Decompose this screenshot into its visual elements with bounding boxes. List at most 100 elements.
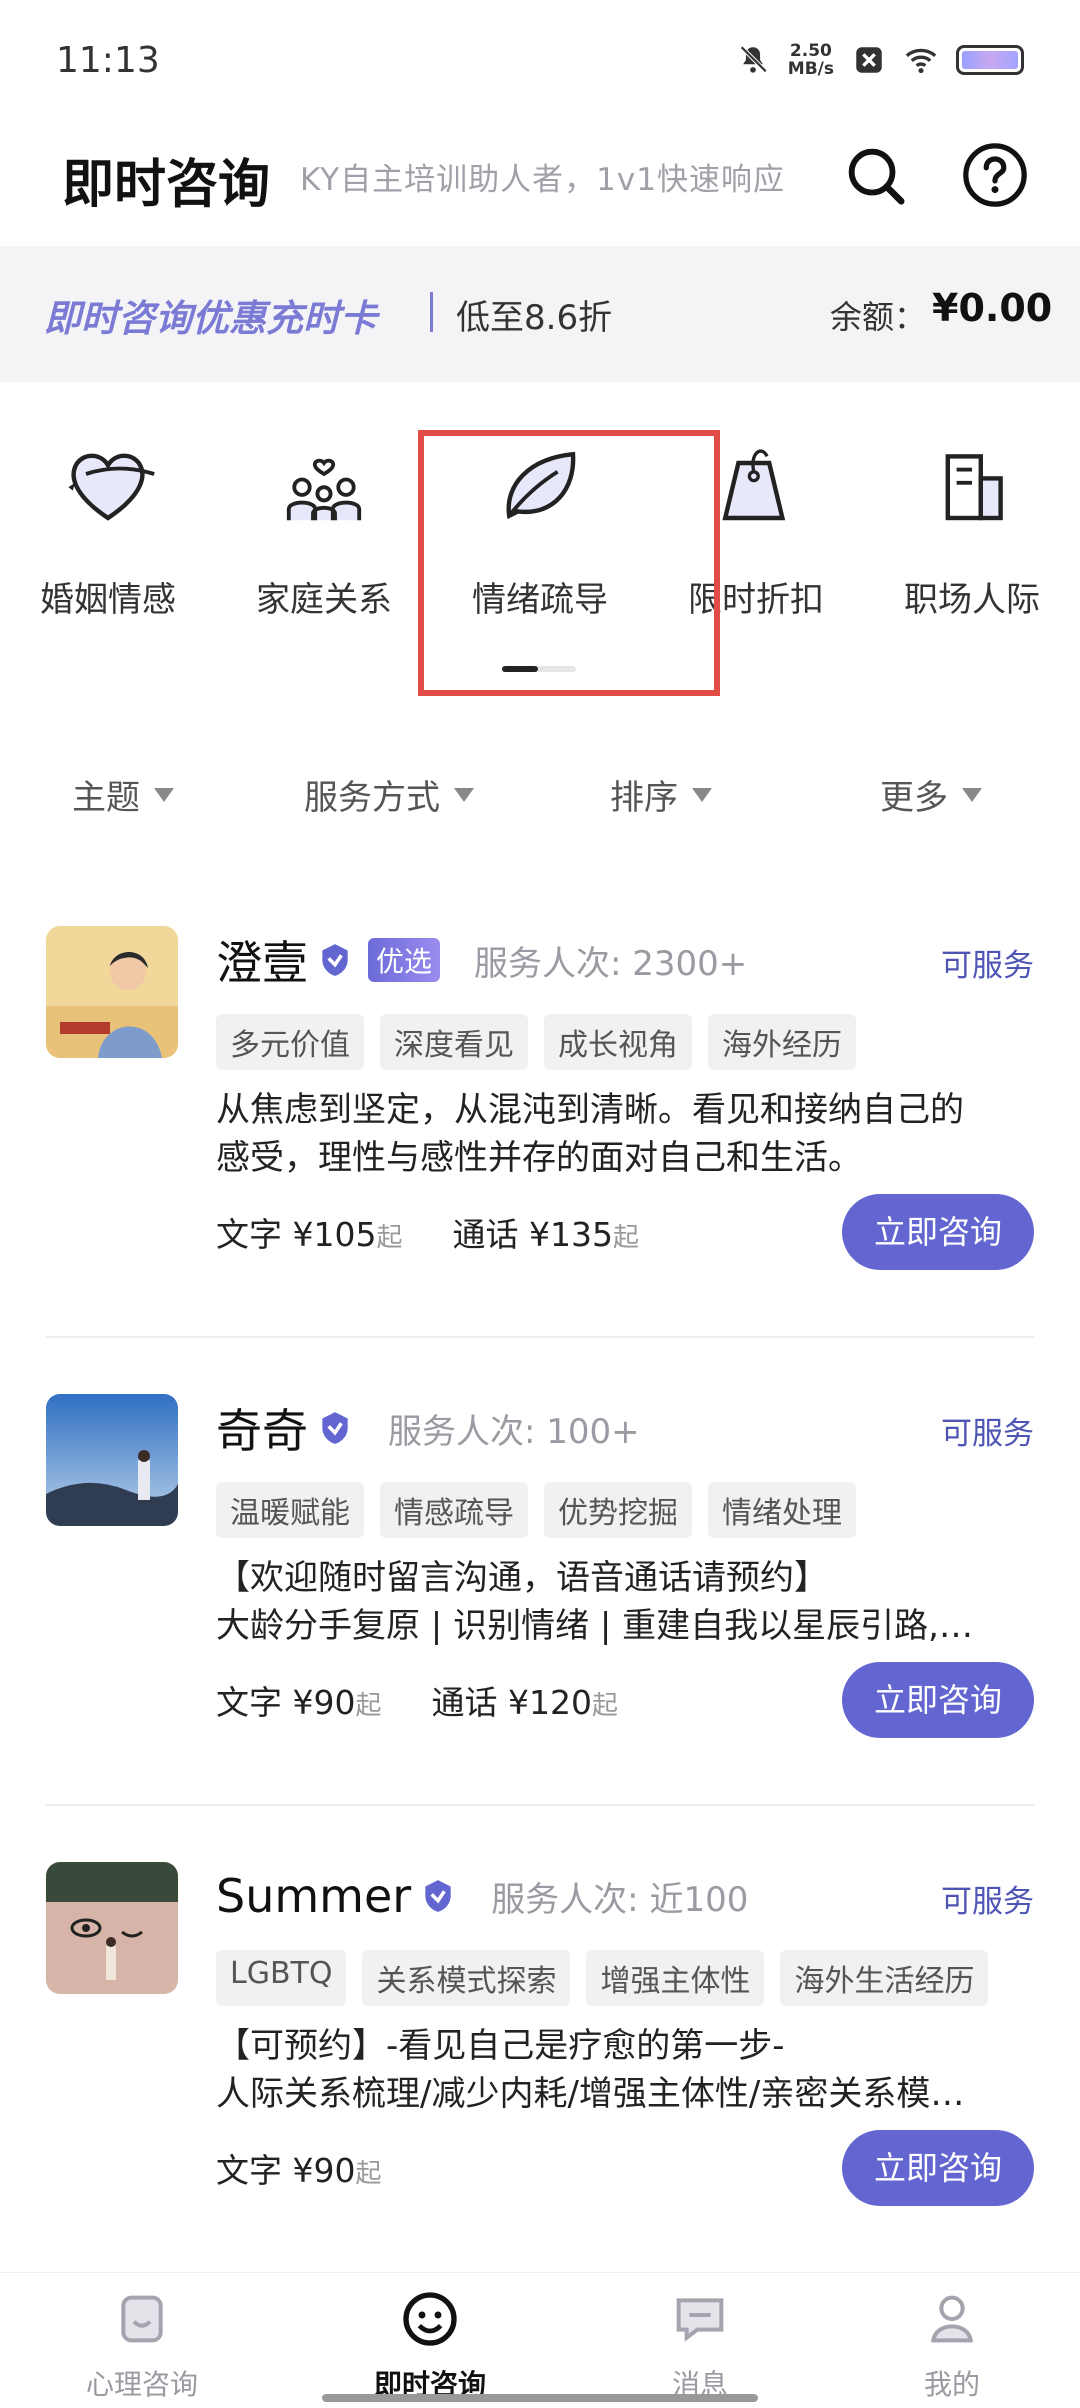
- promo-banner[interactable]: 即时咨询优惠充时卡 低至8.6折 余额： ¥0.00: [0, 246, 1080, 382]
- tag-list: 多元价值 深度看见 成长视角 海外经历: [216, 1014, 856, 1070]
- category-label: 职场人际: [904, 580, 1040, 620]
- tag: 温暖赋能: [216, 1482, 364, 1538]
- description-line: 感受，理性与感性并存的面对自己和生活。: [216, 1138, 862, 1178]
- call-price: 通话 ¥120起: [432, 1676, 619, 1724]
- category-pager: [502, 666, 576, 672]
- price-suffix: 起: [591, 1691, 618, 1721]
- category-family[interactable]: 家庭关系: [216, 420, 432, 660]
- help-icon[interactable]: [960, 140, 1030, 210]
- consult-now-button[interactable]: 立即咨询: [842, 1194, 1034, 1270]
- description-line: 【欢迎随时留言沟通，语音通话请预约】: [216, 1558, 828, 1598]
- dropdown-arrow-icon: [454, 787, 474, 802]
- avatar[interactable]: [46, 1862, 178, 1994]
- tag: 海外生活经历: [780, 1950, 989, 2006]
- served-count: 服务人次: 近100: [491, 1879, 749, 1920]
- tag: 多元价值: [216, 1014, 364, 1070]
- nav-item-me[interactable]: 我的: [862, 2287, 1042, 2403]
- filter-service-mode[interactable]: 服务方式: [304, 770, 474, 819]
- call-price: 通话 ¥135起: [453, 1208, 640, 1256]
- nav-label: 心理咨询: [85, 2368, 198, 2401]
- balance-label: 余额：: [830, 298, 927, 336]
- battery-icon: [956, 45, 1024, 75]
- home-indicator[interactable]: [322, 2394, 758, 2402]
- nav-label: 我的: [923, 2368, 980, 2401]
- search-icon[interactable]: [840, 140, 910, 210]
- category-marriage[interactable]: 婚姻情感: [0, 420, 216, 660]
- filter-sort[interactable]: 排序: [610, 770, 712, 819]
- counselor-card[interactable]: Summer 服务人次: 近100 可服务 LGBTQ 关系模式探索 增强主体性…: [46, 1862, 1034, 2312]
- dropdown-arrow-icon: [962, 787, 982, 802]
- avatar[interactable]: [46, 1394, 178, 1526]
- tag: 深度看见: [380, 1014, 528, 1070]
- status-time: 11:13: [56, 40, 160, 81]
- counselor-name: Summer: [216, 1869, 412, 1923]
- building-icon: [945, 454, 1003, 521]
- nav-item-messages[interactable]: 消息: [610, 2287, 790, 2403]
- text-price-value: 文字 ¥90: [216, 2151, 356, 2190]
- filter-bar: 主题 服务方式 排序 更多: [0, 760, 1080, 830]
- counselor-card[interactable]: 奇奇 服务人次: 100+ 可服务 温暖赋能 情感疏导 优势挖掘 情绪处理 【欢…: [46, 1394, 1034, 1844]
- price-row: 文字 ¥105起 通话 ¥135起: [216, 1208, 639, 1256]
- counselor-description: 从焦虑到坚定，从混沌到清晰。看见和接纳自己的 感受，理性与感性并存的面对自己和生…: [216, 1086, 1034, 1182]
- heart-icon: [68, 453, 155, 521]
- divider: [46, 1804, 1034, 1806]
- consult-now-button[interactable]: 立即咨询: [842, 1662, 1034, 1738]
- verified-icon: [425, 1880, 451, 1912]
- availability-status: 可服务: [941, 948, 1034, 984]
- status-icons: 2.50 MB/s: [736, 42, 1024, 78]
- promo-title: 即时咨询优惠充时卡: [44, 297, 377, 340]
- chat-icon: [676, 2298, 724, 2342]
- tag: 海外经历: [708, 1014, 856, 1070]
- dropdown-arrow-icon: [154, 787, 174, 802]
- filter-label: 主题: [72, 778, 140, 818]
- page-subtitle: KY自主培训助人者，1v1快速响应: [300, 162, 785, 198]
- name-row: 澄壹 优选 服务人次: 2300+: [216, 930, 747, 990]
- price-suffix: 起: [355, 2159, 382, 2189]
- wifi-icon: [905, 48, 937, 74]
- tag: 情感疏导: [380, 1482, 528, 1538]
- family-icon: [286, 458, 362, 521]
- availability-status: 可服务: [941, 1884, 1034, 1920]
- text-price-value: 文字 ¥105: [216, 1215, 377, 1254]
- net-speed-unit: MB/s: [787, 59, 834, 79]
- tag: LGBTQ: [216, 1950, 347, 2006]
- nav-item-psych-consult[interactable]: 心理咨询: [52, 2287, 232, 2403]
- nav-item-instant-consult[interactable]: 即时咨询: [340, 2287, 520, 2403]
- filter-topic[interactable]: 主题: [72, 770, 174, 819]
- text-price-value: 文字 ¥90: [216, 1683, 356, 1722]
- highlight-box: [418, 430, 720, 696]
- price-suffix: 起: [612, 1223, 639, 1253]
- filter-more[interactable]: 更多: [880, 770, 982, 819]
- category-label: 婚姻情感: [40, 580, 176, 620]
- filter-label: 服务方式: [304, 778, 440, 818]
- verified-icon: [322, 1412, 348, 1444]
- price-suffix: 起: [355, 1691, 382, 1721]
- tag: 优势挖掘: [544, 1482, 692, 1538]
- featured-badge: 优选: [368, 938, 441, 982]
- name-row: 奇奇 服务人次: 100+: [216, 1398, 640, 1458]
- counselor-description: 【可预约】-看见自己是疗愈的第一步- 人际关系梳理/减少内耗/增强主体性/亲密关…: [216, 2022, 1034, 2118]
- description-line: 大龄分手复原 | 识别情绪 | 重建自我以星辰引路,…: [216, 1606, 973, 1646]
- verified-icon: [322, 944, 348, 976]
- balance-value: ¥0.00: [932, 286, 1053, 330]
- net-speed: 2.50 MB/s: [788, 42, 834, 78]
- promo-discount: 低至8.6折: [456, 298, 613, 338]
- divider: [46, 1336, 1034, 1338]
- bottom-nav: 心理咨询 即时咨询 消息 我的: [0, 2272, 1080, 2408]
- counselor-card[interactable]: 澄壹 优选 服务人次: 2300+ 可服务 多元价值 深度看见 成长视角 海外经…: [46, 926, 1034, 1376]
- bell-mute-icon: [739, 45, 768, 73]
- description-line: 人际关系梳理/减少内耗/增强主体性/亲密关系模…: [216, 2074, 965, 2114]
- call-price-value: 通话 ¥135: [452, 1215, 613, 1254]
- counselor-description: 【欢迎随时留言沟通，语音通话请预约】 大龄分手复原 | 识别情绪 | 重建自我以…: [216, 1554, 1034, 1650]
- consult-now-button[interactable]: 立即咨询: [842, 2130, 1034, 2206]
- call-price-value: 通话 ¥120: [431, 1683, 592, 1722]
- description-line: 【可预约】-看见自己是疗愈的第一步-: [216, 2026, 785, 2066]
- text-price: 文字 ¥105起: [216, 1208, 403, 1256]
- counselor-name: 澄壹: [216, 936, 308, 990]
- served-count: 服务人次: 100+: [388, 1411, 640, 1452]
- counselor-name: 奇奇: [216, 1404, 308, 1458]
- tag-list: 温暖赋能 情感疏导 优势挖掘 情绪处理: [216, 1482, 856, 1538]
- category-workplace[interactable]: 职场人际: [864, 420, 1080, 660]
- price-suffix: 起: [376, 1223, 403, 1253]
- avatar[interactable]: [46, 926, 178, 1058]
